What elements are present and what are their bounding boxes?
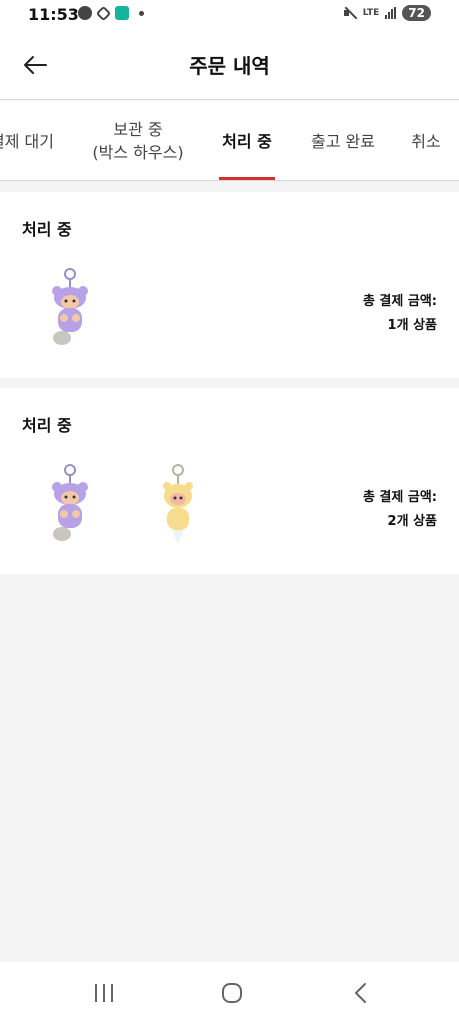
recent-apps-button[interactable]	[84, 978, 124, 1008]
dot-icon	[139, 10, 144, 16]
recent-apps-icon	[95, 984, 113, 1002]
home-button[interactable]	[212, 978, 252, 1008]
tab-processing[interactable]: 처리 중	[213, 101, 281, 180]
tab-shipped[interactable]: 출고 완료	[302, 101, 384, 180]
tab-label: 처리 중	[222, 131, 272, 151]
total-payment-label: 총 결제 금액:	[362, 490, 437, 505]
order-card[interactable]: 처리 중 총 결제 금액: 1개 상품	[0, 192, 459, 378]
tab-label-line2: (박스 하우스)	[92, 143, 184, 162]
order-status-label: 처리 중	[22, 220, 72, 239]
plush-keychain-icon	[52, 464, 88, 541]
mute-icon	[343, 6, 357, 20]
tab-label-line1: 보관 중	[113, 120, 163, 139]
status-time: 11:53	[28, 5, 79, 24]
product-thumbnail-purple-plush[interactable]	[48, 464, 98, 548]
plush-keychain-icon	[52, 268, 88, 345]
item-count: 2개 상품	[387, 514, 437, 529]
back-nav-button[interactable]	[340, 978, 380, 1008]
total-payment-label: 총 결제 금액:	[362, 294, 437, 309]
order-status-tabs: 결제 대기 보관 중 (박스 하우스) 처리 중 출고 완료 취소	[0, 101, 459, 181]
active-tab-indicator	[219, 177, 275, 180]
tab-cancelled[interactable]: 취소	[402, 101, 450, 180]
system-navigation-bar	[0, 962, 459, 1024]
app-notification-icon	[115, 6, 129, 20]
status-bar: 11:53 LTE 72	[0, 0, 459, 30]
signal-icon	[385, 7, 397, 19]
tab-label: 출고 완료	[311, 131, 375, 151]
page-title: 주문 내역	[189, 54, 270, 78]
system-icons: LTE 72	[343, 5, 431, 21]
sync-off-icon	[95, 5, 112, 21]
tab-storage-box-house[interactable]: 보관 중 (박스 하우스)	[84, 101, 192, 180]
notification-icons	[78, 5, 144, 21]
order-status-label: 처리 중	[22, 416, 72, 435]
tab-label: 취소	[411, 131, 441, 151]
order-card[interactable]: 처리 중 총 결제 금액: 2개 상품	[0, 388, 459, 574]
product-thumbnail-yellow-plush[interactable]	[154, 464, 204, 548]
item-count: 1개 상품	[387, 318, 437, 333]
back-nav-icon	[355, 983, 366, 1003]
tab-label: 결제 대기	[0, 131, 54, 151]
battery-badge: 72	[402, 5, 431, 21]
message-icon	[78, 6, 92, 20]
app-header: 주문 내역	[0, 30, 459, 100]
network-label: LTE	[362, 7, 380, 18]
tab-payment-pending[interactable]: 결제 대기	[0, 101, 62, 180]
home-icon	[222, 983, 242, 1003]
plush-keychain-icon	[163, 464, 193, 544]
product-thumbnail-purple-plush[interactable]	[48, 268, 98, 352]
